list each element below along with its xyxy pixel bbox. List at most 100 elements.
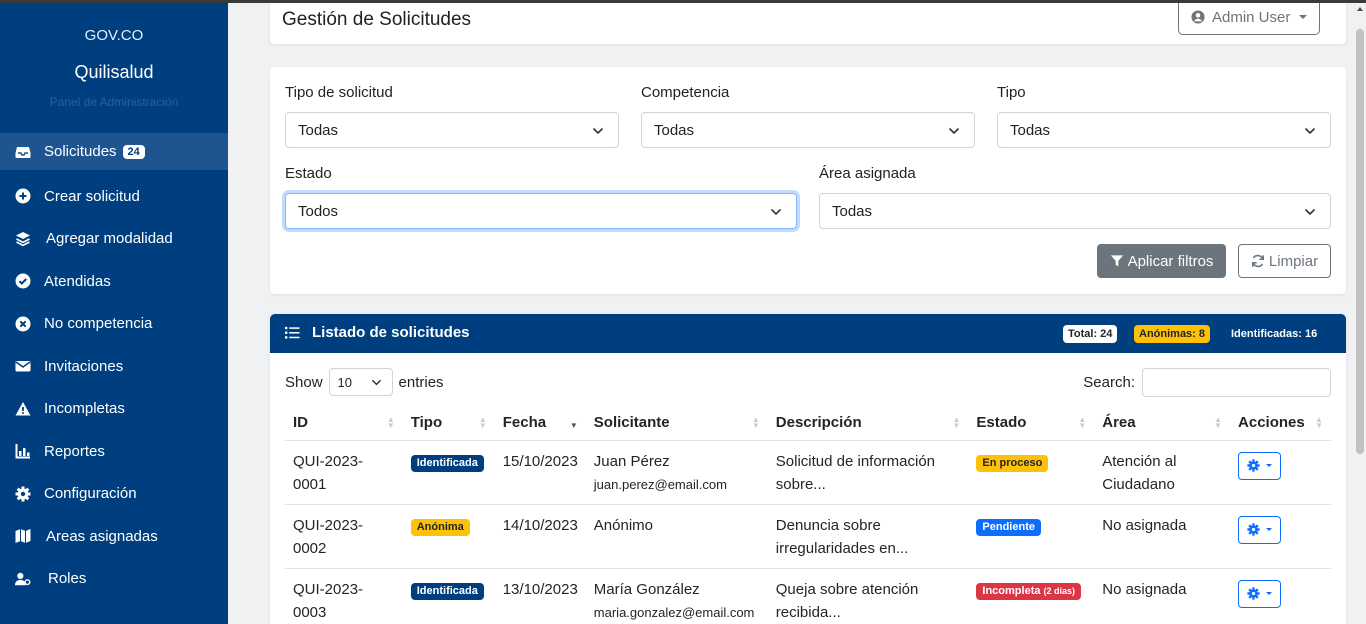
- scroll-up-arrow-icon[interactable]: [1357, 7, 1363, 11]
- col-header-solicitante[interactable]: Solicitante ▲ ▼: [585, 406, 768, 441]
- sidebar-item-roles[interactable]: Roles: [0, 558, 228, 601]
- page-title: Gestión de Solicitudes: [282, 9, 472, 30]
- col-header-descripcion[interactable]: Descripción ▲ ▼: [767, 406, 969, 441]
- search-input[interactable]: [1142, 368, 1331, 397]
- col-header-fecha[interactable]: Fecha ▼: [494, 406, 586, 441]
- sidebar-item-agregar-modalidad[interactable]: Agregar modalidad: [0, 218, 228, 261]
- warning-icon: [15, 401, 31, 417]
- total-badge: Total: 24: [1063, 325, 1118, 343]
- user-gear-icon: [15, 571, 31, 587]
- actions-dropdown-button[interactable]: [1238, 451, 1282, 480]
- select-value: Todos: [298, 202, 339, 220]
- x-circle-icon: [15, 316, 31, 332]
- scrollbar-thumb[interactable]: [1356, 29, 1364, 454]
- col-header-tipo[interactable]: Tipo ▲ ▼: [402, 406, 495, 441]
- select-value: Todas: [832, 202, 873, 220]
- sidebar-item-areas-asignadas[interactable]: Areas asignadas: [0, 515, 228, 558]
- user-menu-button[interactable]: Admin User: [1178, 0, 1320, 35]
- status-badge: Incompleta (2 días): [976, 582, 1082, 600]
- cell-tipo: Anónima: [402, 504, 495, 569]
- filter-competencia-label: Competencia: [641, 84, 730, 101]
- caret-down-icon: [1266, 592, 1273, 595]
- page-scrollbar[interactable]: [1354, 3, 1366, 624]
- brand-subtitle: Panel de Administración: [49, 95, 179, 109]
- sidebar-item-incompletas[interactable]: Incompletas: [0, 388, 228, 431]
- type-badge: Identificada: [410, 582, 484, 600]
- table-search: Search:: [1083, 368, 1331, 397]
- sidebar-item-label: Roles: [48, 570, 87, 588]
- refresh-icon: [1251, 254, 1264, 268]
- actions-dropdown-button[interactable]: [1238, 515, 1282, 544]
- type-badge: Anónima: [410, 518, 470, 536]
- cell-fecha: 14/10/2023: [494, 504, 586, 569]
- cell-estado: En proceso: [968, 440, 1095, 505]
- sidebar-item-label: Areas asignadas: [46, 527, 158, 545]
- cell-estado: Incompleta (2 días): [968, 568, 1095, 624]
- cell-fecha: 15/10/2023: [494, 440, 586, 505]
- identified-badge: Identificadas: 16: [1231, 328, 1318, 340]
- requester-name: Juan Pérez: [593, 452, 670, 470]
- chevron-down-icon: [770, 208, 782, 216]
- col-header-area[interactable]: Área ▲ ▼: [1094, 406, 1231, 441]
- description-line: Queja sobre atención: [775, 580, 919, 598]
- list-header: Listado de solicitudes Total: 24 Anónima…: [270, 314, 1346, 353]
- sidebar-item-reportes[interactable]: Reportes: [0, 430, 228, 473]
- sidebar-item-atendidas[interactable]: Atendidas: [0, 260, 228, 303]
- chevron-down-icon: [592, 127, 604, 135]
- filter-competencia-select[interactable]: Todas: [641, 112, 975, 148]
- requester-name: Anónimo: [593, 516, 653, 534]
- chevron-down-icon: [1304, 127, 1316, 135]
- sidebar-item-configuracion[interactable]: Configuración: [0, 473, 228, 516]
- area-line: No asignada: [1102, 580, 1187, 598]
- description-line: recibida...: [775, 603, 841, 621]
- envelope-icon: [15, 358, 31, 374]
- actions-dropdown-button[interactable]: [1238, 579, 1282, 608]
- sidebar-item-label: No competencia: [44, 315, 153, 333]
- filter-tipo-select[interactable]: Todas: [997, 112, 1331, 148]
- sidebar-item-no-competencia[interactable]: No competencia: [0, 303, 228, 346]
- requester-email: maria.gonzalez@email.com: [593, 604, 755, 620]
- sidebar-item-label: Incompletas: [44, 400, 125, 418]
- cell-descripcion: Solicitud de información sobre...: [767, 440, 969, 505]
- cell-acciones: [1230, 504, 1331, 569]
- col-header-estado[interactable]: Estado ▲ ▼: [968, 406, 1095, 441]
- cell-tipo: Identificada: [402, 568, 495, 624]
- col-header-id[interactable]: ID ▲ ▼: [285, 406, 403, 441]
- table-row: QUI-2023-0003 Identificada 13/10/2023 Ma…: [285, 568, 1331, 624]
- description-line: irregularidades en...: [775, 539, 909, 557]
- cell-acciones: [1230, 440, 1331, 505]
- sidebar-item-crear-solicitud[interactable]: Crear solicitud: [0, 175, 228, 218]
- list-title: Listado de solicitudes: [312, 324, 470, 341]
- solicitudes-count-badge: 24: [122, 144, 145, 159]
- cell-solicitante: María González maria.gonzalez@email.com: [585, 568, 768, 624]
- requester-name: María González: [593, 580, 700, 598]
- sidebar-item-label: Solicitudes: [44, 143, 117, 160]
- filter-estado-select[interactable]: Todos: [285, 193, 797, 229]
- requester-email: juan.perez@email.com: [593, 476, 727, 492]
- sidebar-item-label: Agregar modalidad: [46, 230, 173, 248]
- caret-down-icon: [1266, 528, 1273, 531]
- filter-area-select[interactable]: Todas: [819, 193, 1331, 229]
- chevron-down-icon: [1304, 208, 1316, 216]
- description-line: sobre...: [775, 475, 826, 493]
- chart-icon: [15, 443, 31, 459]
- area-line: No asignada: [1102, 516, 1187, 534]
- anonymous-badge: Anónimas: 8: [1134, 325, 1211, 343]
- list-icon: [285, 326, 300, 339]
- sidebar-item-invitaciones[interactable]: Invitaciones: [0, 345, 228, 388]
- entries-select[interactable]: 10: [328, 368, 393, 396]
- apply-filters-button[interactable]: Aplicar filtros: [1097, 244, 1226, 278]
- sidebar-item-solicitudes[interactable]: Solicitudes 24: [0, 133, 228, 170]
- user-circle-icon: [1191, 10, 1205, 24]
- select-value: Todas: [1010, 121, 1051, 139]
- cell-descripcion: Queja sobre atención recibida...: [767, 568, 969, 624]
- status-badge: Pendiente: [976, 518, 1041, 536]
- filter-tipo-solicitud-select[interactable]: Todas: [285, 112, 619, 148]
- col-header-acciones[interactable]: Acciones ▲ ▼: [1230, 406, 1331, 441]
- requests-table: ID ▲ ▼ Tipo ▲ ▼ Fecha ▼ Solicitante ▲ ▼ Descrip…: [285, 406, 1331, 624]
- filter-icon: [1110, 255, 1123, 267]
- clear-filters-button[interactable]: Limpiar: [1238, 244, 1331, 278]
- area-line: Ciudadano: [1102, 475, 1175, 493]
- description-line: Solicitud de información: [775, 452, 936, 470]
- cell-fecha: 13/10/2023: [494, 568, 586, 624]
